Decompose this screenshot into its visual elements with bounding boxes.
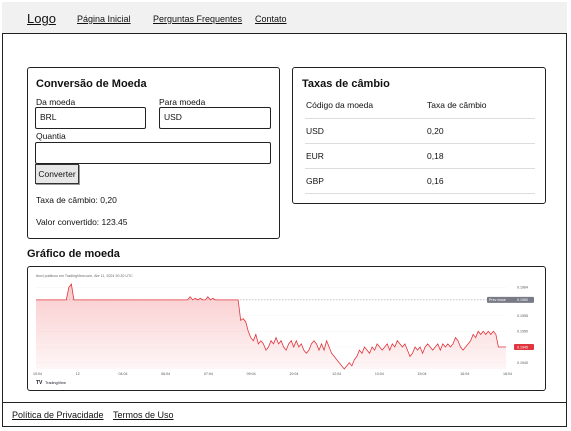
x-tick-label: 06:04 xyxy=(161,372,170,376)
amount-label: Quantia xyxy=(36,131,66,141)
privacy-policy-link[interactable]: Política de Privacidade xyxy=(12,410,104,420)
current-price-tag: 0.1945 xyxy=(514,344,534,350)
column-header-rate: Taxa de câmbio xyxy=(426,92,535,119)
nav-link-home[interactable]: Página Inicial xyxy=(77,14,131,24)
chart-card: Ibovl publicou em TradingView.com, Abr 1… xyxy=(27,266,546,391)
rates-title: Taxas de câmbio xyxy=(302,78,390,90)
prev-close-tag: Prev close 0.1960 xyxy=(487,296,534,303)
rates-header-row: Código da moeda Taxa de câmbio xyxy=(305,92,535,119)
x-tick-label: 04:04 xyxy=(118,372,127,376)
convert-button[interactable]: Converter xyxy=(35,164,79,184)
from-currency-label: Da moeda xyxy=(36,97,76,107)
x-tick-label: 16:04 xyxy=(460,372,469,376)
x-tick-label: 19:04 xyxy=(33,372,42,376)
y-tick-label: 0.1955 xyxy=(517,314,528,318)
y-tick-label: 0.1940 xyxy=(517,361,528,365)
x-tick-label: 10:04 xyxy=(289,372,298,376)
converted-value-text: Valor convertido: 123.45 xyxy=(36,217,128,227)
x-tick-label: 12 xyxy=(76,372,80,376)
table-row: USD 0,20 xyxy=(305,118,535,144)
currency-code-cell: USD xyxy=(305,118,426,144)
currency-code-cell: EUR xyxy=(305,143,426,169)
x-tick-label: 09:04 xyxy=(247,372,256,376)
exchange-rate-text: Taxa de câmbio: 0,20 xyxy=(36,195,117,205)
to-currency-input[interactable]: USD xyxy=(159,107,271,129)
prev-close-label: Prev close xyxy=(489,298,506,302)
price-area xyxy=(36,284,506,369)
footer: Política de Privacidade Termos de Uso xyxy=(2,402,567,427)
y-tick-label: 0.1950 xyxy=(517,330,528,334)
currency-code-cell: GBP xyxy=(305,168,426,194)
y-tick-label: 0.1964 xyxy=(517,286,528,290)
chart-section-title: Gráfico de moeda xyxy=(27,248,120,260)
terms-of-use-link[interactable]: Termos de Uso xyxy=(113,410,174,420)
rate-value-cell: 0,20 xyxy=(426,118,535,144)
chart-caption: Ibovl publicou em TradingView.com, Abr 1… xyxy=(36,274,133,278)
tradingview-logo-mark: TV xyxy=(36,380,43,386)
header: Logo Página Inicial Perguntas Frequentes… xyxy=(2,2,567,34)
nav-link-contact[interactable]: Contato xyxy=(255,14,287,24)
rate-value-cell: 0,16 xyxy=(426,168,535,194)
x-tick-label: 13:04 xyxy=(375,372,384,376)
column-header-code: Código da moeda xyxy=(305,92,426,119)
x-tick-label: 18:04 xyxy=(503,372,512,376)
from-currency-input[interactable]: BRL xyxy=(35,107,146,129)
x-tick-label: 15:04 xyxy=(418,372,427,376)
nav-link-faq[interactable]: Perguntas Frequentes xyxy=(153,14,242,24)
rate-value-cell: 0,18 xyxy=(426,143,535,169)
tradingview-brand: TradingView xyxy=(45,381,66,385)
tradingview-logo: TV TradingView xyxy=(36,380,66,386)
x-tick-label: 12:04 xyxy=(332,372,341,376)
amount-input[interactable] xyxy=(35,142,271,164)
logo[interactable]: Logo xyxy=(27,11,56,26)
table-row: GBP 0,16 xyxy=(305,168,535,194)
current-price-value: 0.1945 xyxy=(517,345,528,349)
rates-table: Código da moeda Taxa de câmbio USD 0,20 … xyxy=(305,92,535,194)
prev-close-value: 0.1960 xyxy=(517,298,528,302)
x-tick-label: 07:04 xyxy=(204,372,213,376)
converter-title: Conversão de Moeda xyxy=(36,78,147,90)
currency-chart[interactable]: Ibovl publicou em TradingView.com, Abr 1… xyxy=(28,267,544,389)
table-row: EUR 0,18 xyxy=(305,143,535,169)
to-currency-label: Para moeda xyxy=(159,97,206,107)
